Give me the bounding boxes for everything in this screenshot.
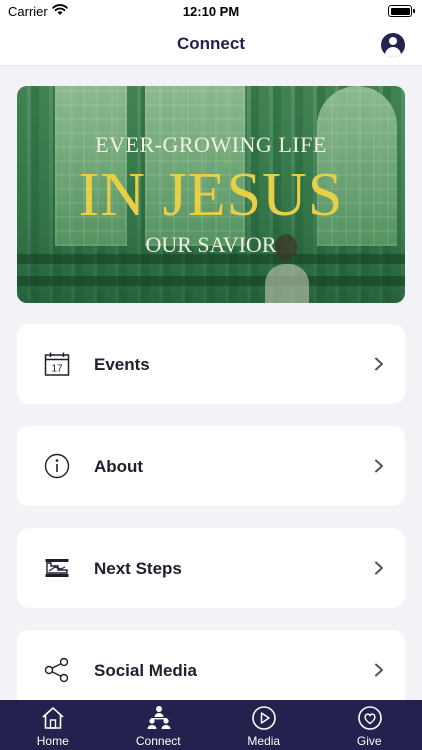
banner-title: IN JESUS bbox=[78, 161, 344, 229]
tab-label: Home bbox=[36, 734, 69, 748]
menu-item-label: Next Steps bbox=[94, 559, 182, 578]
menu-item-events[interactable]: 17 Events bbox=[17, 324, 405, 404]
pew bbox=[17, 276, 405, 286]
tab-media[interactable]: Media bbox=[211, 700, 317, 750]
tab-label: Media bbox=[247, 734, 281, 748]
chevron-right-icon bbox=[375, 561, 383, 575]
tab-give[interactable]: Give bbox=[317, 700, 422, 750]
menu-item-label: Events bbox=[94, 355, 150, 374]
play-icon bbox=[252, 706, 276, 730]
battery-icon bbox=[388, 5, 415, 17]
hero-banner[interactable]: EVER-GROWING LIFE IN JESUS OUR SAVIOR bbox=[17, 86, 405, 303]
status-bar: Carrier 12:10 PM bbox=[0, 0, 422, 24]
home-icon bbox=[42, 707, 64, 729]
tab-label: Connect bbox=[135, 734, 181, 748]
person-silhouette bbox=[265, 264, 309, 303]
calendar-icon: 17 bbox=[44, 352, 70, 376]
nav-bar: Connect bbox=[0, 24, 422, 66]
page-title: Connect bbox=[177, 34, 245, 53]
heart-icon bbox=[357, 706, 382, 730]
calendar-day: 17 bbox=[51, 364, 63, 375]
user-circle-icon[interactable] bbox=[381, 33, 405, 57]
menu-item-next-steps[interactable]: Next Steps bbox=[17, 528, 405, 608]
info-icon bbox=[44, 453, 70, 479]
chevron-right-icon bbox=[375, 663, 383, 677]
chevron-right-icon bbox=[375, 459, 383, 473]
steps-icon bbox=[45, 559, 69, 577]
tab-label: Give bbox=[356, 734, 382, 748]
share-icon bbox=[44, 657, 69, 683]
menu-item-social-media[interactable]: Social Media bbox=[17, 630, 405, 710]
banner-subtitle: EVER-GROWING LIFE bbox=[95, 132, 327, 157]
banner-tagline: OUR SAVIOR bbox=[145, 232, 277, 257]
status-time: 12:10 PM bbox=[182, 4, 240, 19]
tab-bar: Home Connect Media Give bbox=[0, 700, 422, 750]
menu-item-about[interactable]: About bbox=[17, 426, 405, 506]
group-icon bbox=[147, 706, 170, 729]
tab-home[interactable]: Home bbox=[0, 700, 106, 750]
chevron-right-icon bbox=[375, 357, 383, 371]
menu-item-label: Social Media bbox=[94, 661, 197, 680]
tab-connect[interactable]: Connect bbox=[106, 700, 212, 750]
menu-item-label: About bbox=[94, 457, 144, 476]
